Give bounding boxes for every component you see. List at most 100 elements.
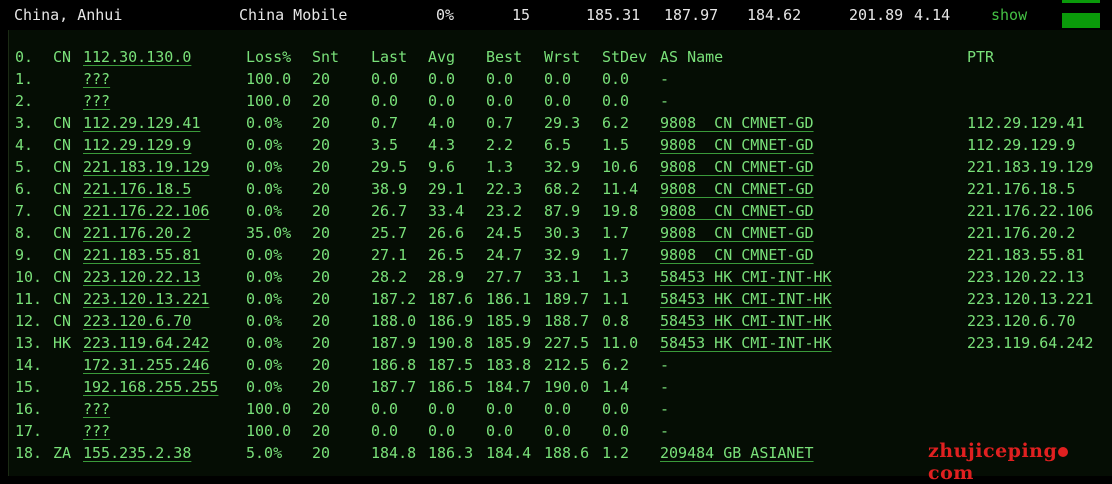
hop-as-name[interactable]: 9808 CN CMNET-GD (660, 136, 814, 154)
hop-host-link[interactable]: 221.176.18.5 (83, 180, 191, 198)
hop-row: 11. CN 223.120.13.221 0.0% 20 187.2 187.6 186.1… (9, 290, 1112, 312)
hop-row: 10. CN 223.120.22.13 0.0% 20 28.2 28.9 27.7 33.1… (9, 268, 1112, 290)
hop-as-name[interactable]: 58453 HK CMI-INT-HK (660, 290, 832, 308)
hop-ptr: 221.183.55.81 (967, 246, 1085, 264)
hop-host-link[interactable]: 172.31.255.246 (83, 356, 209, 374)
hop-host-link[interactable]: 223.120.6.70 (83, 312, 191, 330)
hop-last: 29.5 (371, 158, 408, 176)
hop-index: 12. (15, 312, 43, 330)
hop-best: 0.7 (486, 114, 514, 132)
hop-host-link[interactable]: 221.183.55.81 (83, 246, 200, 264)
hop-stdev: 0.0 (602, 70, 630, 88)
table-header-row: 0. CN 112.30.130.0 Loss% Snt Last Avg Be… (9, 48, 1112, 70)
hop-ptr: 112.29.129.9 (967, 136, 1076, 154)
hop-index: 10. (15, 268, 43, 286)
hop-host-link[interactable]: 192.168.255.255 (83, 378, 218, 396)
summary-sent: 15 (512, 6, 531, 24)
hop-host-link[interactable]: 221.183.19.129 (83, 158, 209, 176)
hop-host-link[interactable]: 223.120.13.221 (83, 290, 209, 308)
hop-loss: 0.0% (246, 290, 283, 308)
hop-sent: 20 (312, 224, 331, 242)
hop-last: 3.5 (371, 136, 399, 154)
hop-stdev: 11.0 (602, 334, 639, 352)
hop-as-name[interactable]: 9808 CN CMNET-GD (660, 202, 814, 220)
hop-row: 7. CN 221.176.22.106 0.0% 20 26.7 33.4 23.2 87.9… (9, 202, 1112, 224)
hop-worst: 68.2 (544, 180, 581, 198)
hop-worst: 33.1 (544, 268, 581, 286)
hop-worst: 189.7 (544, 290, 590, 308)
hop-avg: 0.0 (428, 70, 456, 88)
hop-row: 14. 172.31.255.246 0.0% 20 186.8 187.5 183.8 21… (9, 356, 1112, 378)
hop-worst: 0.0 (544, 92, 572, 110)
col-header-wrst: Wrst (544, 48, 581, 66)
hop-stdev: 1.7 (602, 224, 630, 242)
hop-host-link[interactable]: 112.29.129.9 (83, 136, 191, 154)
hop-loss: 0.0% (246, 246, 283, 264)
hop-best: 2.2 (486, 136, 514, 154)
hop-as-name[interactable]: 9808 CN CMNET-GD (660, 180, 814, 198)
hop-sent: 20 (312, 92, 331, 110)
hop-as-name[interactable]: 58453 HK CMI-INT-HK (660, 312, 832, 330)
hop-last: 38.9 (371, 180, 408, 198)
hop-index: 9. (15, 246, 34, 264)
hop-country: CN (53, 290, 72, 308)
hop-host-link[interactable]: ??? (83, 92, 110, 110)
hop-ptr: 223.120.22.13 (967, 268, 1085, 286)
hop-stdev: 1.7 (602, 246, 630, 264)
hop-sent: 20 (312, 312, 331, 330)
hop-host-link[interactable]: 221.176.20.2 (83, 224, 191, 242)
hop-host-link[interactable]: 223.119.64.242 (83, 334, 209, 352)
hop-as-name[interactable]: 9808 CN CMNET-GD (660, 224, 814, 242)
hop-country: CN (53, 268, 72, 286)
hop-host-link[interactable]: 221.176.22.106 (83, 202, 209, 220)
hop-last: 0.0 (371, 422, 399, 440)
hop-last: 184.8 (371, 444, 417, 462)
hop-avg: 4.0 (428, 114, 456, 132)
summary-isp: China Mobile (239, 6, 348, 24)
show-details-link[interactable]: show (991, 6, 1027, 24)
hop-as-name[interactable]: 209484 GB ASIANET (660, 444, 814, 462)
hop-sent: 20 (312, 444, 331, 462)
mtr-result-panel: 0. CN 112.30.130.0 Loss% Snt Last Avg Be… (8, 30, 1112, 476)
hop-row: 5. CN 221.183.19.129 0.0% 20 29.5 9.6 1.3 32.9 10… (9, 158, 1112, 180)
hop-stdev: 1.2 (602, 444, 630, 462)
hop-best: 185.9 (486, 334, 532, 352)
hop-host-link[interactable]: 223.120.22.13 (83, 268, 200, 286)
hop-best: 183.8 (486, 356, 532, 374)
hop-ptr: 112.29.129.41 (967, 114, 1085, 132)
hop-index: 8. (15, 224, 34, 242)
hop-best: 185.9 (486, 312, 532, 330)
hop-stdev: 0.0 (602, 422, 630, 440)
hop-row: 13. HK 223.119.64.242 0.0% 20 187.9 190.8 185.9… (9, 334, 1112, 356)
hop-as-name[interactable]: 9808 CN CMNET-GD (660, 114, 814, 132)
hop-host-link[interactable]: 112.30.130.0 (83, 48, 191, 66)
hop-host-link[interactable]: 155.235.2.38 (83, 444, 191, 462)
hop-as-name[interactable]: 9808 CN CMNET-GD (660, 158, 814, 176)
hop-sent: 20 (312, 158, 331, 176)
hop-row: 4. CN 112.29.129.9 0.0% 20 3.5 4.3 2.2 6.5 1.5 980… (9, 136, 1112, 158)
hop-host-link[interactable]: 112.29.129.41 (83, 114, 200, 132)
hop-host-link[interactable]: ??? (83, 422, 110, 440)
hop-loss: 0.0% (246, 202, 283, 220)
hop-sent: 20 (312, 400, 331, 418)
hop-host-link[interactable]: ??? (83, 70, 110, 88)
hop-row: 3. CN 112.29.129.41 0.0% 20 0.7 4.0 0.7 29.3 6.2 9… (9, 114, 1112, 136)
hop-worst: 87.9 (544, 202, 581, 220)
hop-index: 7. (15, 202, 34, 220)
hop-worst: 6.5 (544, 136, 572, 154)
hop-sent: 20 (312, 70, 331, 88)
hop-last: 0.0 (371, 400, 399, 418)
hop-as-name[interactable]: 58453 HK CMI-INT-HK (660, 268, 832, 286)
hop-loss: 0.0% (246, 136, 283, 154)
hop-worst: 212.5 (544, 356, 590, 374)
loss-bar-graph (1062, 0, 1100, 30)
hop-as-name[interactable]: 58453 HK CMI-INT-HK (660, 334, 832, 352)
hop-loss: 35.0% (246, 224, 292, 242)
hop-avg: 0.0 (428, 92, 456, 110)
hop-as-name[interactable]: 9808 CN CMNET-GD (660, 246, 814, 264)
hop-avg: 28.9 (428, 268, 465, 286)
hop-as-name: - (660, 92, 670, 110)
hop-host-link[interactable]: ??? (83, 400, 110, 418)
hop-sent: 20 (312, 356, 331, 374)
summary-location: China, Anhui (14, 6, 123, 24)
